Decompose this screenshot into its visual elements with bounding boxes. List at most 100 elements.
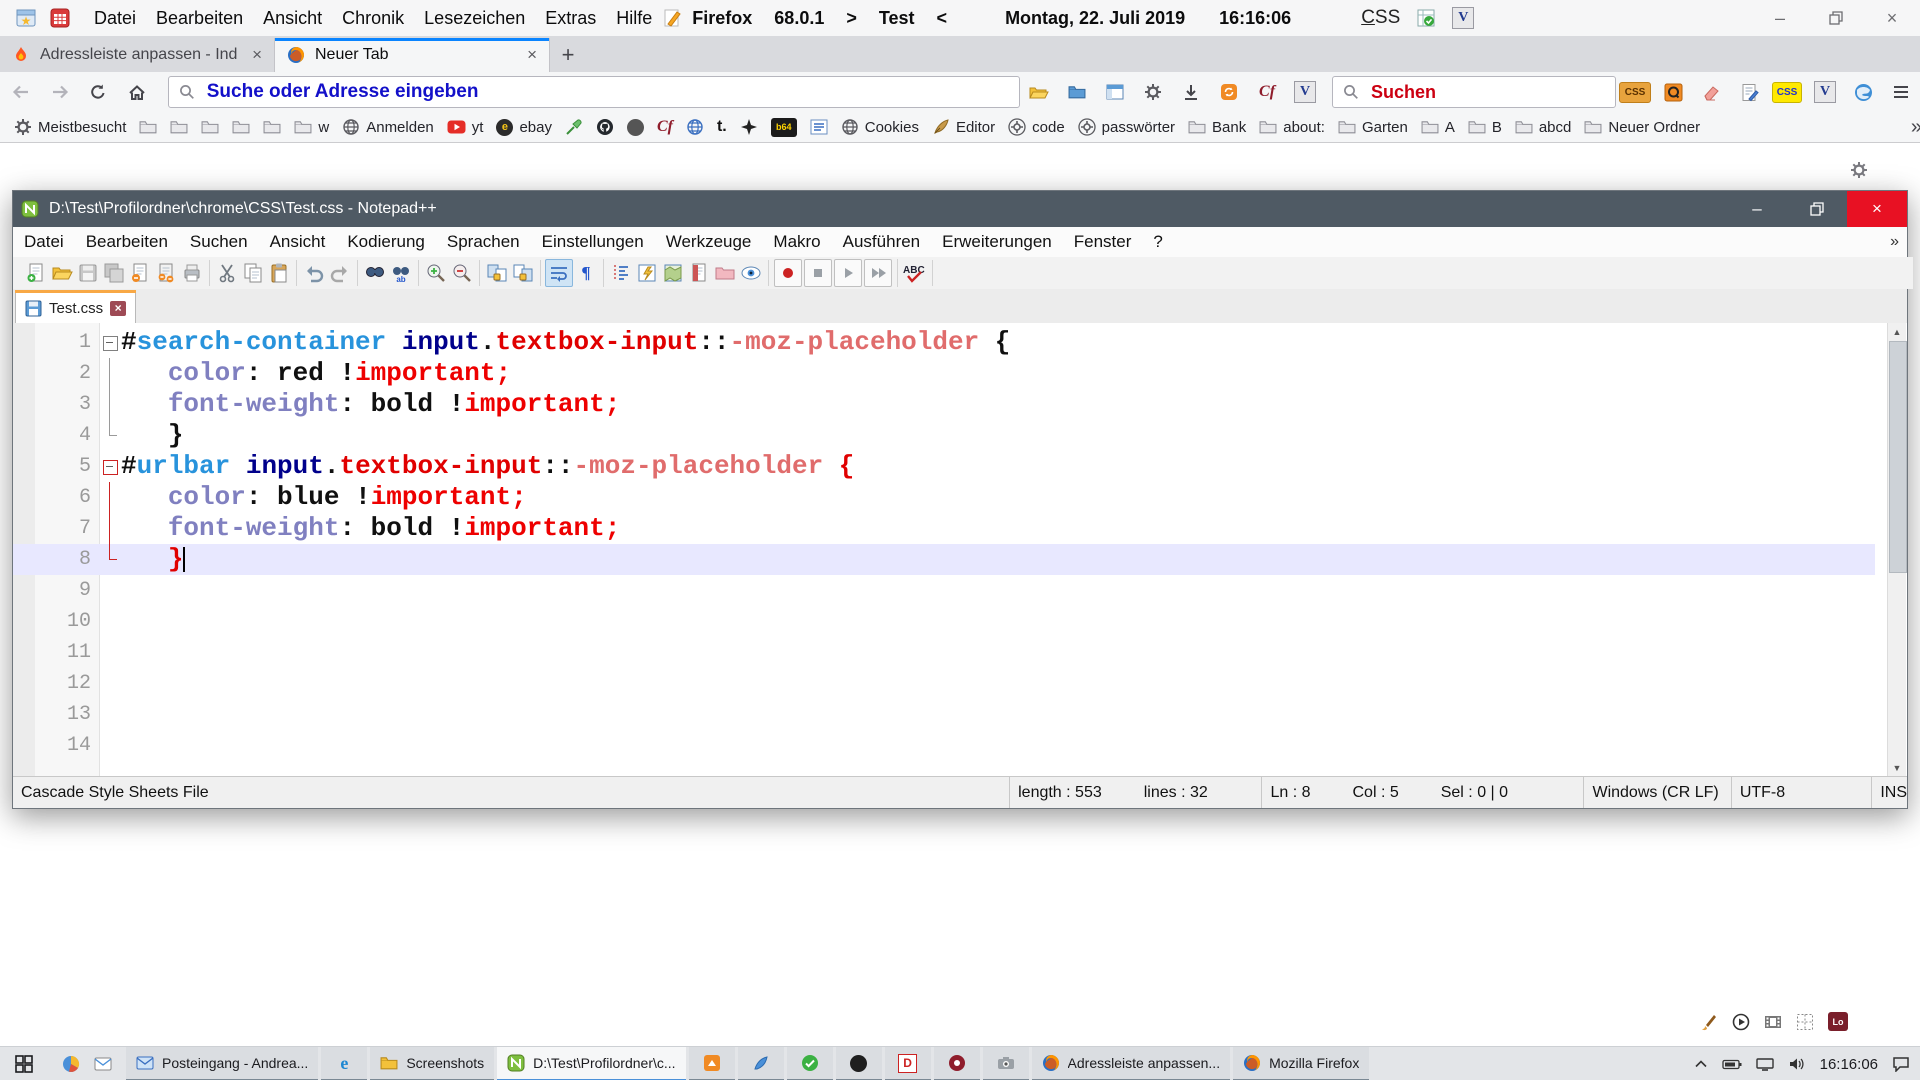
gear-asterisk-icon-button[interactable] [1134,76,1172,108]
search-bar[interactable] [1332,76,1616,108]
menubar-item-bearbeiten[interactable]: Bearbeiten [146,8,253,29]
bookmark-item[interactable] [201,120,219,134]
toolbar-indent-guide-button[interactable] [608,260,634,286]
minimize-button[interactable]: – [1752,0,1808,36]
tab-close-icon[interactable]: × [252,45,262,65]
bookmark-item-abcd[interactable]: abcd [1515,119,1572,136]
v-box-icon-button[interactable]: V [1806,76,1844,108]
toolbar-sync-v-button[interactable] [484,260,510,286]
toolbar-function-list-button[interactable] [634,260,660,286]
restore-button[interactable] [1787,191,1847,227]
toolbar-word-wrap-button[interactable] [545,259,573,287]
npp-menu-datei[interactable]: Datei [13,232,75,252]
bookmark-item[interactable] [627,119,644,136]
editor-line-1[interactable]: 1 #search-container input.textbox-input:… [13,327,1875,358]
reload-button[interactable] [81,76,115,108]
fold-marker[interactable] [100,451,120,482]
pinned-mail-icon[interactable] [94,1057,112,1071]
browser-tab-2[interactable]: Neuer Tab × [275,38,550,72]
play-circle-icon[interactable] [1732,1013,1750,1031]
editor-line-6[interactable]: 6 color: blue !important; [13,482,1875,513]
toolbar-macro-play-button[interactable] [834,259,862,287]
taskbar-button-10[interactable] [934,1047,980,1080]
eraser-pink-icon-button[interactable] [1692,76,1730,108]
tab-close-button[interactable]: × [110,301,126,316]
search-input[interactable] [1369,81,1614,104]
window-star-icon[interactable]: ★ [16,8,36,28]
status-eol-format[interactable]: Windows (CR LF) [1584,777,1731,808]
folder-blue-icon-button[interactable] [1058,76,1096,108]
taskbar-button-4[interactable]: D:\Test\Profilordner\c... [497,1047,685,1080]
chevron-up-icon[interactable] [1694,1059,1708,1069]
npp-menu-bearbeiten[interactable]: Bearbeiten [75,232,179,252]
editor-line-12[interactable]: 12 [13,668,1875,699]
bookmark-item-w[interactable]: w [294,119,329,136]
bookmark-item-b[interactable]: B [1468,119,1502,136]
toolbar-macro-multi-button[interactable] [864,259,892,287]
table-green-icon[interactable] [1416,8,1436,28]
film-icon[interactable] [1764,1015,1782,1029]
toolbar-monitor-button[interactable] [738,260,764,286]
bookmark-item-cookies[interactable]: Cookies [841,118,919,136]
taskbar-button-11[interactable] [983,1047,1029,1080]
css-menu-label[interactable]: CSS [1361,7,1400,29]
bookmark-item[interactable] [686,118,704,136]
network-icon[interactable] [1756,1058,1774,1071]
home-button[interactable] [119,76,153,108]
toolbar-open-file-button[interactable] [49,260,75,286]
forward-button[interactable] [42,76,76,108]
menubar-item-datei[interactable]: Datei [84,8,146,29]
editor-line-9[interactable]: 9 [13,575,1875,606]
menubar-item-hilfe[interactable]: Hilfe [606,8,662,29]
taskbar-button-3[interactable]: Screenshots [370,1047,494,1080]
bookmark-item[interactable]: t. [717,118,727,136]
toolbar-new-file-button[interactable] [23,260,49,286]
scroll-down-arrow[interactable]: ▼ [1888,759,1906,776]
bookmark-item-yt[interactable]: yt [447,119,484,136]
status-encoding[interactable]: UTF-8 [1732,777,1872,808]
bookmark-item-bank[interactable]: Bank [1188,119,1246,136]
editor-line-3[interactable]: 3 font-weight: bold !important; [13,389,1875,420]
editor-line-14[interactable]: 14 [13,730,1875,761]
toolbar-save-button[interactable] [75,260,101,286]
bookmark-item-passw-rter[interactable]: passwörter [1078,118,1175,136]
back-button[interactable] [4,76,38,108]
bookmark-item[interactable] [170,120,188,134]
npp-menu-ansicht[interactable]: Ansicht [259,232,337,252]
bookmark-item-garten[interactable]: Garten [1338,119,1408,136]
toolbar-close-all-button[interactable] [153,260,179,286]
note-pencil-orange-icon[interactable] [662,8,682,28]
swirl-icon-button[interactable] [1844,76,1882,108]
fold-marker[interactable] [100,327,120,358]
bookmark-item-about-[interactable]: about: [1259,119,1325,136]
toolbar-folder-workspace-button[interactable] [712,260,738,286]
taskbar-button-9[interactable]: D [885,1047,931,1080]
close-button[interactable]: × [1864,0,1920,36]
volume-icon[interactable] [1788,1057,1806,1071]
close-button[interactable]: × [1847,191,1907,227]
toolbar-find-button[interactable] [362,260,388,286]
folder-open-icon-button[interactable] [1020,76,1058,108]
toolbar-copy-button[interactable] [240,260,266,286]
npp-menu-werkzeuge[interactable]: Werkzeuge [655,232,763,252]
new-tab-button[interactable]: + [550,38,586,72]
npp-menu-kodierung[interactable]: Kodierung [336,232,436,252]
bookmark-item[interactable] [139,120,157,134]
toolbar-save-all-button[interactable] [101,260,127,286]
taskbar-button-8[interactable] [836,1047,882,1080]
bookmarks-overflow-chevron[interactable]: » [1911,116,1920,139]
v-box-icon[interactable]: V [1452,7,1474,29]
menubar-item-extras[interactable]: Extras [535,8,606,29]
code-editor[interactable]: 1 #search-container input.textbox-input:… [13,323,1907,776]
bookmark-item-anmelden[interactable]: Anmelden [342,118,434,136]
menubar-item-ansicht[interactable]: Ansicht [253,8,332,29]
bookmark-item[interactable] [740,118,758,136]
menubar-item-lesezeichen[interactable]: Lesezeichen [414,8,535,29]
npp-menu-sprachen[interactable]: Sprachen [436,232,531,252]
grid-dash-icon[interactable] [1796,1013,1814,1031]
minimize-button[interactable]: – [1727,191,1787,227]
bookmark-item[interactable] [232,120,250,134]
taskbar-button-12[interactable]: Adressleiste anpassen... [1032,1047,1231,1080]
toolbar-cut-button[interactable] [214,260,240,286]
toolbar-doc-map-button[interactable] [660,260,686,286]
